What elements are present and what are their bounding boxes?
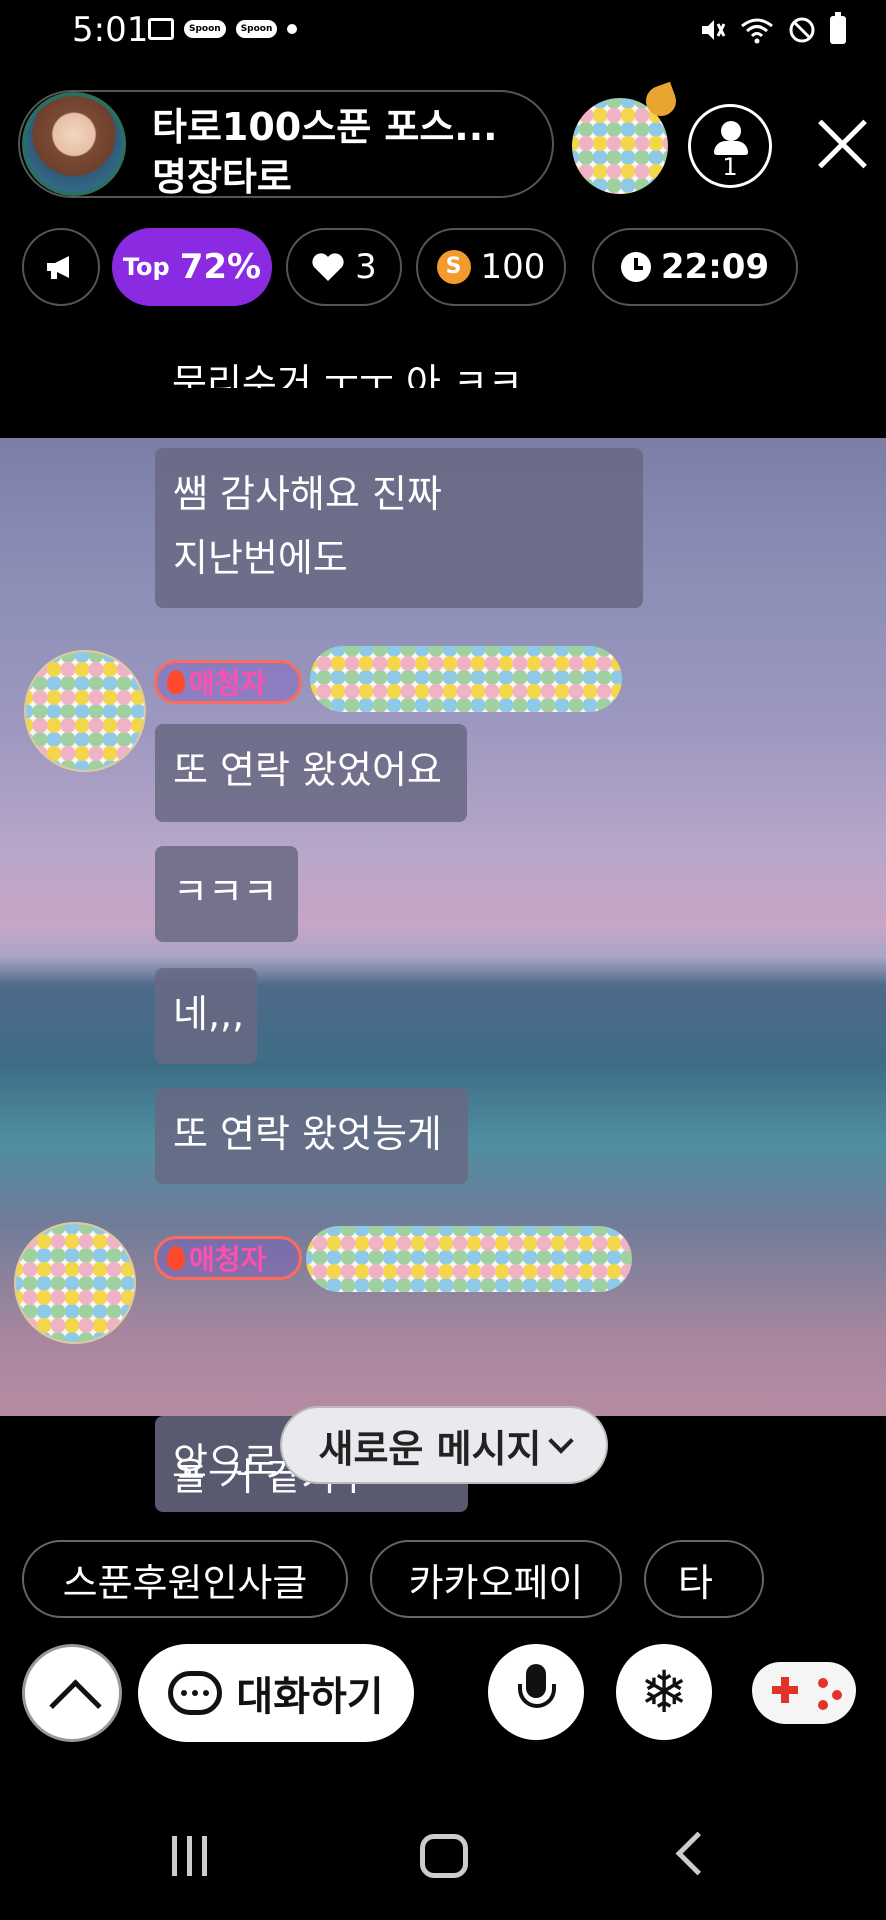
dot-icon — [287, 24, 298, 34]
fan-badge: 애청자 — [154, 1236, 302, 1280]
chevron-up-icon[interactable] — [22, 1644, 122, 1742]
heart-icon — [312, 253, 344, 281]
flame-icon — [167, 670, 185, 694]
chevron-down-icon — [547, 1428, 574, 1454]
fan-badge: 애청자 — [154, 660, 302, 704]
mute-icon — [702, 20, 726, 40]
game-controller-icon[interactable] — [752, 1652, 856, 1730]
listener-count: 1 — [722, 153, 738, 181]
top-ranking-badge[interactable]: Top 72% — [112, 228, 272, 306]
snowflake-icon[interactable]: ❄ — [616, 1644, 712, 1740]
top-percent: 72% — [179, 247, 262, 287]
image-icon — [148, 18, 174, 40]
spoon-chip: Spoon — [184, 20, 226, 38]
user-nickname-sticker[interactable] — [310, 646, 622, 712]
chat-message: ㅋㅋㅋ — [155, 846, 298, 942]
recent-apps-icon[interactable] — [172, 1836, 216, 1876]
live-title: 타로100스푼 포스... — [152, 105, 498, 149]
host-avatar[interactable] — [22, 92, 126, 196]
fan-badge-label: 애청자 — [189, 1243, 267, 1276]
quick-reply-chip[interactable]: 타 — [644, 1540, 764, 1618]
microphone-icon[interactable] — [488, 1644, 584, 1740]
quick-reply-chip[interactable]: 카카오페이 — [370, 1540, 622, 1618]
new-message-button[interactable]: 새로운 메시지 — [280, 1406, 608, 1484]
top-label: Top — [122, 253, 170, 281]
spoon-chip: Spoon — [235, 20, 278, 38]
quick-reply-chip[interactable]: 스푼후원인사글 — [22, 1540, 348, 1618]
megaphone-icon — [47, 256, 69, 279]
home-icon[interactable] — [420, 1834, 468, 1878]
announcement-button[interactable] — [22, 228, 100, 306]
chat-message: 쌤 감사해요 진짜 지난번에도 — [155, 448, 643, 608]
flame-icon — [167, 1246, 185, 1270]
spoons-counter[interactable]: S 100 — [416, 228, 566, 306]
status-time: 5:01 — [72, 10, 149, 50]
user-nickname-sticker[interactable] — [306, 1226, 632, 1292]
battery-icon — [830, 12, 846, 44]
chat-message: 네,,, — [155, 968, 257, 1064]
host-name: 명장타로 — [152, 155, 292, 199]
chat-message: 또 연락 왔었어요 — [155, 724, 467, 822]
back-icon[interactable] — [675, 1831, 720, 1876]
user-avatar[interactable] — [26, 652, 144, 770]
chat-message-line: 지난번에도 — [173, 536, 348, 580]
likes-count: 3 — [355, 247, 377, 287]
spoon-coin-icon: S — [436, 250, 471, 284]
status-notifications: Spoon Spoon — [148, 18, 298, 40]
fan-badge-label: 애청자 — [189, 667, 267, 700]
user-avatar[interactable] — [16, 1224, 134, 1342]
new-message-label: 새로운 메시지 — [318, 1426, 542, 1471]
timer-value: 22:09 — [660, 247, 770, 287]
chat-bubble-icon — [168, 1671, 223, 1715]
spoons-count: 100 — [480, 247, 546, 287]
chat-message-partial: 문리수거 ㅜㅜ 아 ㅋㅋ — [172, 361, 523, 388]
close-icon[interactable] — [810, 112, 874, 176]
chat-message: 또 연락 왔엇능게 — [155, 1088, 468, 1184]
status-system-icons — [698, 12, 846, 44]
chat-message-line: 쌤 감사해요 진짜 — [173, 472, 442, 516]
listener-count-button[interactable]: 1 — [688, 104, 772, 188]
likes-counter[interactable]: 3 — [286, 228, 402, 306]
live-timer: 22:09 — [592, 228, 798, 306]
do-not-disturb-icon — [789, 17, 815, 43]
person-icon — [721, 121, 741, 141]
clock-icon — [620, 252, 651, 282]
wifi-icon — [741, 18, 773, 44]
chat-button-label: 대화하기 — [236, 1674, 384, 1720]
chat-button[interactable]: 대화하기 — [138, 1644, 414, 1742]
